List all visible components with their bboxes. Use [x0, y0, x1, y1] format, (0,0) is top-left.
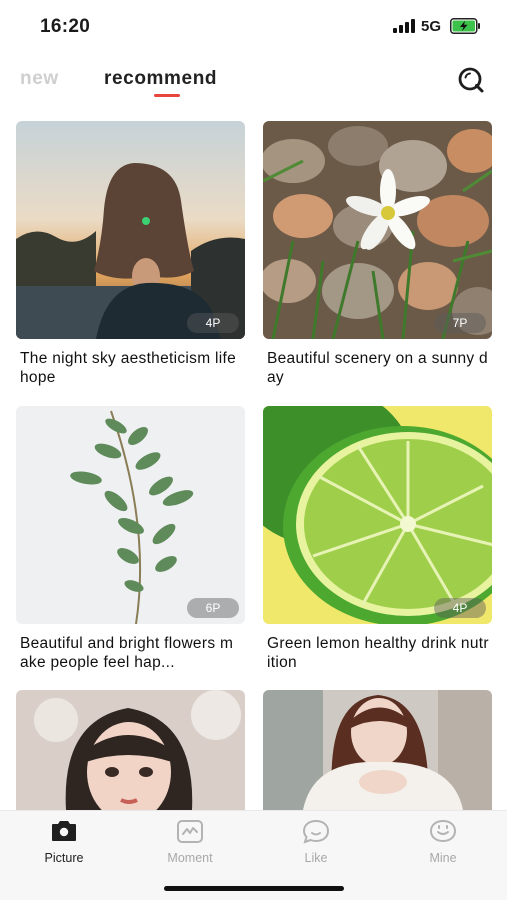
feed-card[interactable]: 4P Green lemon healthy drink nutrition [263, 406, 492, 672]
card-title[interactable]: Beautiful and bright flowers make people… [20, 634, 242, 672]
active-tab-indicator [154, 94, 180, 97]
feed-card[interactable]: 4P The night sky aestheticism life hope [16, 121, 245, 387]
feed-card[interactable] [263, 690, 492, 810]
card-image[interactable] [16, 690, 245, 810]
card-image[interactable]: 6P [16, 406, 245, 624]
nav-label: Like [304, 851, 328, 865]
card-title[interactable]: The night sky aestheticism life hope [20, 349, 242, 387]
top-tab-bar: new recommend [0, 62, 507, 104]
feed-card[interactable] [16, 690, 245, 810]
photo-count-badge: 4P [434, 598, 486, 618]
feed-card[interactable]: 6P Beautiful and bright flowers make peo… [16, 406, 245, 672]
card-title[interactable]: Green lemon healthy drink nutrition [267, 634, 489, 672]
card-image[interactable] [263, 690, 492, 810]
mine-icon [429, 819, 457, 843]
tab-new[interactable]: new [20, 68, 59, 90]
nav-item-like[interactable]: Like [271, 817, 361, 865]
battery-charging-icon [450, 18, 480, 34]
photo-count-badge: 7P [434, 313, 486, 333]
nav-label: Moment [167, 851, 213, 865]
home-indicator [164, 886, 344, 891]
nav-item-mine[interactable]: Mine [398, 817, 488, 865]
card-image[interactable]: 7P [263, 121, 492, 339]
picture-icon [52, 821, 76, 841]
like-icon [302, 819, 330, 844]
feed-card[interactable]: 7P Beautiful scenery on a sunny day [263, 121, 492, 387]
tab-recommend[interactable]: recommend [104, 68, 217, 90]
nav-label: Mine [429, 851, 457, 865]
card-image[interactable]: 4P [263, 406, 492, 624]
photo-count-badge: 6P [187, 598, 239, 618]
status-bar: 16:20 5G [0, 0, 507, 52]
card-title[interactable]: Beautiful scenery on a sunny day [267, 349, 489, 387]
nav-item-moment[interactable]: Moment [145, 817, 235, 865]
photo-count-badge: 4P [187, 313, 239, 333]
search-icon[interactable] [455, 64, 487, 96]
network-type: 5G [421, 18, 442, 35]
moment-icon [177, 820, 203, 843]
card-image[interactable]: 4P [16, 121, 245, 339]
cellular-signal-icon [393, 19, 417, 33]
nav-item-picture[interactable]: Picture [19, 817, 109, 865]
status-time: 16:20 [40, 16, 91, 37]
nav-label: Picture [44, 851, 84, 865]
